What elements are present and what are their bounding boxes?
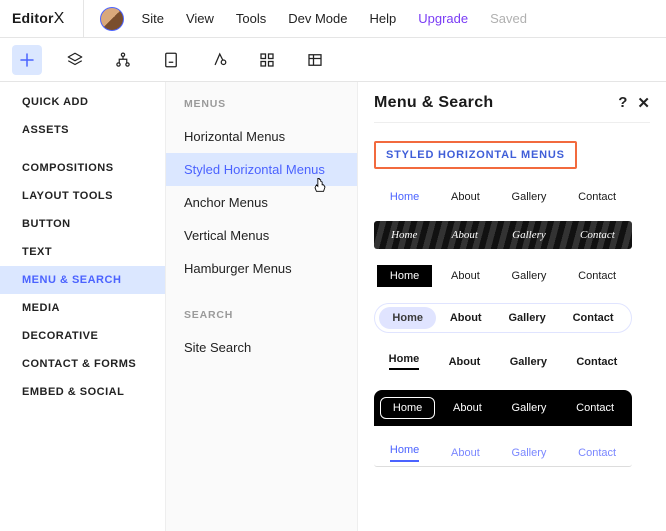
menu-saved: Saved <box>490 11 527 26</box>
top-menu: Site View Tools Dev Mode Help Upgrade Sa… <box>132 11 527 26</box>
plus-icon <box>18 51 36 69</box>
menu-item: Gallery <box>512 229 546 241</box>
menu-preview-5[interactable]: Home About Gallery Contact <box>374 343 632 380</box>
panel-help-button[interactable]: ? <box>618 94 627 112</box>
sidebar-item-button[interactable]: BUTTON <box>0 210 165 238</box>
menu-item: Gallery <box>495 307 558 329</box>
menu-item: Home <box>390 444 419 462</box>
menu-item: Home <box>389 353 420 370</box>
page-icon <box>162 51 180 69</box>
menu-item: Gallery <box>499 265 560 287</box>
menu-tools[interactable]: Tools <box>236 11 266 26</box>
menu-item: About <box>438 265 493 287</box>
menu-item: Contact <box>576 356 617 368</box>
sub-item-styled-horizontal[interactable]: Styled Horizontal Menus <box>166 153 357 186</box>
menu-devmode[interactable]: Dev Mode <box>288 11 347 26</box>
sidebar-item-quick-add[interactable]: QUICK ADD <box>0 88 165 116</box>
menu-item: About <box>452 229 478 241</box>
menu-item: Gallery <box>512 447 547 459</box>
menu-item: Contact <box>564 398 626 418</box>
tool-row <box>0 38 666 82</box>
section-label-wrap: STYLED HORIZONTAL MENUS <box>374 141 650 169</box>
hierarchy-icon <box>114 51 132 69</box>
grid-tool[interactable] <box>252 45 282 75</box>
menu-item: About <box>441 398 494 418</box>
left-sidebar: QUICK ADD ASSETS COMPOSITIONS LAYOUT TOO… <box>0 82 166 531</box>
menu-item: Gallery <box>500 398 559 418</box>
theme-icon <box>210 51 228 69</box>
menu-item: Home <box>380 397 435 419</box>
menu-help[interactable]: Help <box>370 11 397 26</box>
menu-item: Contact <box>578 447 616 459</box>
sub-head-menus: MENUS <box>166 88 357 120</box>
menu-preview-3[interactable]: Home About Gallery Contact <box>374 259 632 293</box>
panel-header: Menu & Search ? ✕ <box>374 94 650 123</box>
sidebar-item-text[interactable]: TEXT <box>0 238 165 266</box>
panel-title: Menu & Search <box>374 94 494 112</box>
menu-site[interactable]: Site <box>142 11 164 26</box>
add-tool[interactable] <box>12 45 42 75</box>
layers-tool[interactable] <box>60 45 90 75</box>
menu-preview-6[interactable]: Home About Gallery Contact <box>374 390 632 426</box>
page-tool[interactable] <box>156 45 186 75</box>
avatar[interactable] <box>100 7 124 31</box>
menu-preview-1[interactable]: Home About Gallery Contact <box>374 183 632 211</box>
sidebar-item-compositions[interactable]: COMPOSITIONS <box>0 154 165 182</box>
menu-item: Home <box>390 191 419 203</box>
logo: EditorX <box>10 10 75 28</box>
menu-view[interactable]: View <box>186 11 214 26</box>
sub-item-hamburger[interactable]: Hamburger Menus <box>166 252 357 285</box>
subcategory-column: MENUS Horizontal Menus Styled Horizontal… <box>166 82 358 531</box>
tree-tool[interactable] <box>108 45 138 75</box>
menu-upgrade[interactable]: Upgrade <box>418 11 468 26</box>
menu-item: Contact <box>580 229 615 241</box>
menu-item: Contact <box>565 265 629 287</box>
section-label: STYLED HORIZONTAL MENUS <box>374 141 577 169</box>
content-panel: Menu & Search ? ✕ STYLED HORIZONTAL MENU… <box>358 82 666 531</box>
sub-head-search: SEARCH <box>166 299 357 331</box>
sidebar-item-layout-tools[interactable]: LAYOUT TOOLS <box>0 182 165 210</box>
table-tool[interactable] <box>300 45 330 75</box>
grid-icon <box>258 51 276 69</box>
sidebar-item-contact-forms[interactable]: CONTACT & FORMS <box>0 350 165 378</box>
menu-item: Home <box>377 265 432 287</box>
sidebar-item-embed-social[interactable]: EMBED & SOCIAL <box>0 378 165 406</box>
sub-item-anchor[interactable]: Anchor Menus <box>166 186 357 219</box>
sub-item-horizontal[interactable]: Horizontal Menus <box>166 120 357 153</box>
menu-item: About <box>449 356 481 368</box>
theme-tool[interactable] <box>204 45 234 75</box>
menu-preview-7[interactable]: Home About Gallery Contact <box>374 436 632 467</box>
menu-item: Home <box>391 229 417 241</box>
menu-item: About <box>451 447 480 459</box>
sidebar-item-decorative[interactable]: DECORATIVE <box>0 322 165 350</box>
sidebar-item-media[interactable]: MEDIA <box>0 294 165 322</box>
sidebar-item-menu-search[interactable]: MENU & SEARCH <box>0 266 165 294</box>
sub-item-label: Styled Horizontal Menus <box>184 162 325 177</box>
menu-preview-4[interactable]: Home About Gallery Contact <box>374 303 632 333</box>
divider <box>83 0 84 37</box>
panel-close-button[interactable]: ✕ <box>637 94 650 112</box>
menu-preview-2[interactable]: Home About Gallery Contact <box>374 221 632 249</box>
menu-item: Gallery <box>510 356 547 368</box>
sub-item-site-search[interactable]: Site Search <box>166 331 357 364</box>
top-bar: EditorX Site View Tools Dev Mode Help Up… <box>0 0 666 38</box>
menu-item: Home <box>379 307 436 329</box>
main-area: QUICK ADD ASSETS COMPOSITIONS LAYOUT TOO… <box>0 82 666 531</box>
menu-item: Contact <box>578 191 616 203</box>
menu-item: About <box>451 191 480 203</box>
menu-item: Contact <box>560 307 627 329</box>
table-icon <box>306 51 324 69</box>
sub-item-vertical[interactable]: Vertical Menus <box>166 219 357 252</box>
menu-item: Gallery <box>512 191 547 203</box>
menu-item: About <box>437 307 495 329</box>
layers-icon <box>66 51 84 69</box>
sidebar-item-assets[interactable]: ASSETS <box>0 116 165 144</box>
